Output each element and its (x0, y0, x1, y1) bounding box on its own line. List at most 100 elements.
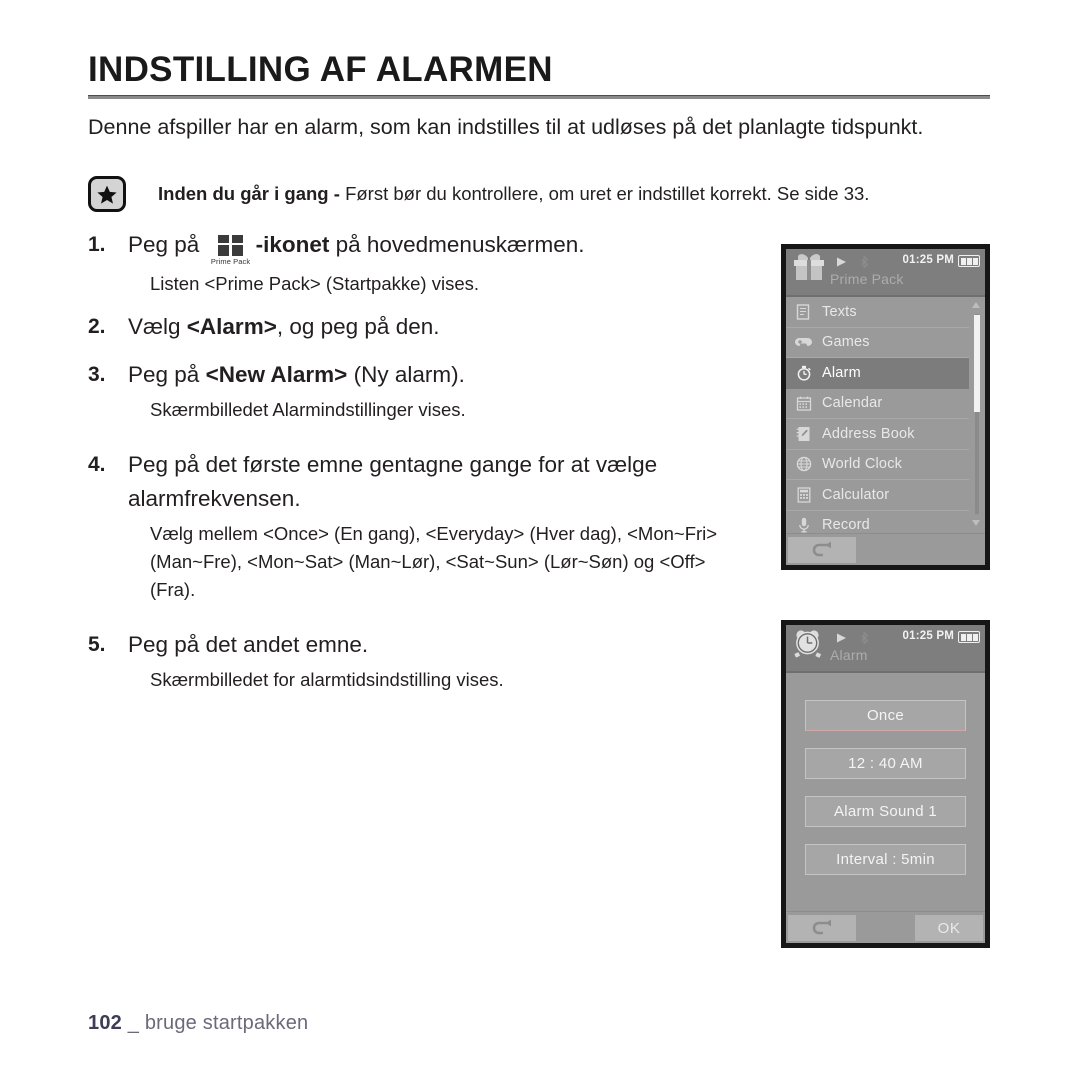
step-5-subtext: Skærmbilledet for alarmtidsindstilling v… (150, 669, 504, 690)
back-arrow-icon (812, 919, 831, 935)
step-2-number: 2. (88, 315, 106, 338)
menu-item-world-clock[interactable]: World Clock (786, 450, 969, 480)
step-5-text: Peg på det andet emne. (128, 632, 369, 657)
menu-item-label: Games (822, 334, 870, 351)
alarm-frequency-button[interactable]: Once (805, 700, 966, 731)
step-3: 3. Peg på <New Alarm> (Ny alarm). Skærmb… (88, 358, 748, 434)
alarm-icon (794, 365, 813, 381)
menu-item-games[interactable]: Games (786, 328, 969, 358)
note-block: Inden du går i gang - Først bør du kontr… (88, 176, 993, 212)
prime-pack-icon: Prime Pack (208, 235, 254, 266)
alarm-time-button[interactable]: 12 : 40 AM (805, 748, 966, 779)
step-1-post: på hovedmenuskærmen. (329, 232, 585, 257)
step-2: 2. Vælg <Alarm>, og peg på den. (88, 310, 748, 344)
step-4-subtext: Vælg mellem <Once> (En gang), <Everyday>… (150, 523, 718, 600)
prime-pack-menu-list[interactable]: Texts Games Alarm Calendar Address Book … (786, 297, 985, 541)
menu-item-alarm[interactable]: Alarm (786, 358, 969, 389)
menu-item-texts[interactable]: Texts (786, 297, 969, 328)
menu-item-label: Record (822, 517, 870, 534)
page-footer: 102 _ bruge startpakken (88, 1012, 308, 1035)
calendar-icon (794, 396, 813, 411)
ok-button-label: OK (937, 919, 961, 937)
alarm-clock-icon (792, 628, 826, 663)
menu-item-label: Texts (822, 303, 857, 320)
status-clock: 01:25 PM (902, 630, 954, 642)
step-2-bold: <Alarm> (186, 314, 277, 339)
step-4-text: Peg på det første emne gentagne gange fo… (128, 452, 658, 511)
note-body: Først bør du kontrollere, om uret er ind… (345, 183, 870, 204)
gift-box-icon (792, 252, 826, 287)
menu-item-calculator[interactable]: Calculator (786, 480, 969, 511)
step-1-bold: -ikonet (255, 232, 330, 257)
alarm-sound-button[interactable]: Alarm Sound 1 (805, 796, 966, 827)
alarm-interval-button[interactable]: Interval : 5min (805, 844, 966, 875)
intro-paragraph: Denne afspiller har en alarm, som kan in… (88, 115, 924, 139)
battery-full-icon (958, 255, 980, 267)
step-3-text: Peg på <New Alarm> (Ny alarm). (128, 358, 748, 392)
device1-softkey-bar (786, 533, 985, 565)
worldclock-icon (794, 456, 813, 472)
back-button[interactable] (788, 537, 856, 563)
step-5: 5. Peg på det andet emne. Skærmbilledet … (88, 628, 748, 704)
list-scrollbar[interactable] (971, 297, 982, 531)
step-4: 4. Peg på det første emne gentagne gange… (88, 448, 748, 614)
menu-item-address-book[interactable]: Address Book (786, 419, 969, 450)
device1-status-bar: 01:25 PM Prime Pack (786, 249, 985, 297)
scroll-up-arrow-icon[interactable] (972, 302, 980, 308)
footer-separator: _ (127, 1012, 140, 1034)
step-1: 1. Peg på Prime Pack -ikonet på hovedmen… (88, 228, 748, 308)
calculator-icon (794, 487, 813, 503)
prime-pack-icon-caption: Prime Pack (210, 257, 251, 266)
note-text: Inden du går i gang - Først bør du kontr… (158, 176, 869, 207)
step-3-number: 3. (88, 363, 106, 386)
scroll-down-arrow-icon[interactable] (972, 520, 980, 526)
note-lead: Inden du går i gang - (158, 183, 346, 204)
step-1-text: Peg på Prime Pack -ikonet på hovedmenusk… (128, 228, 748, 266)
games-icon (794, 336, 813, 348)
step-1-number: 1. (88, 233, 106, 256)
manual-page: INDSTILLING AF ALARMEN Denne afspiller h… (0, 0, 1080, 1080)
step-2-pre: Vælg (128, 314, 187, 339)
scrollbar-thumb[interactable] (974, 315, 980, 412)
step-2-text: Vælg <Alarm>, og peg på den. (128, 310, 748, 344)
menu-item-label: Calendar (822, 395, 883, 412)
menu-item-calendar[interactable]: Calendar (786, 389, 969, 419)
back-button[interactable] (788, 915, 856, 941)
menu-item-label: Address Book (822, 425, 915, 442)
step-3-bold: <New Alarm> (205, 362, 348, 387)
step-5-number: 5. (88, 633, 106, 656)
alarm-settings-panel: Once 12 : 40 AM Alarm Sound 1 Interval :… (786, 673, 985, 914)
footer-section: bruge startpakken (144, 1012, 309, 1034)
step-3-pre: Peg på (128, 362, 206, 387)
page-title: INDSTILLING AF ALARMEN (88, 50, 553, 89)
addressbook-icon (794, 426, 813, 442)
device2-app-title: Alarm (830, 647, 868, 663)
back-arrow-icon (812, 541, 831, 557)
menu-item-label: Calculator (822, 486, 890, 503)
page-number: 102 (88, 1012, 122, 1034)
device2-softkey-bar: OK (786, 911, 985, 943)
title-divider (88, 95, 990, 99)
step-1-subtext: Listen <Prime Pack> (Startpakke) vises. (150, 273, 480, 294)
menu-item-label: Alarm (822, 364, 861, 381)
battery-full-icon (958, 631, 980, 643)
step-1-pre: Peg på (128, 232, 200, 257)
device-screenshot-alarm: 01:25 PM Alarm Once 12 : 40 AM Alarm Sou… (781, 620, 990, 948)
device-screenshot-prime-pack: 01:25 PM Prime Pack Texts Games Alarm Ca… (781, 244, 990, 570)
step-3-post: (Ny alarm). (347, 362, 465, 387)
status-clock: 01:25 PM (902, 254, 954, 266)
record-icon (794, 517, 813, 533)
texts-icon (794, 304, 813, 320)
device1-app-title: Prime Pack (830, 271, 904, 287)
step-3-subtext: Skærmbilledet Alarmindstillinger vises. (150, 399, 466, 420)
step-2-post: , og peg på den. (276, 314, 440, 339)
device2-status-bar: 01:25 PM Alarm (786, 625, 985, 673)
star-icon (88, 176, 126, 212)
steps-list: 1. Peg på Prime Pack -ikonet på hovedmen… (88, 228, 748, 706)
menu-item-label: World Clock (822, 456, 903, 473)
ok-button[interactable]: OK (915, 915, 983, 941)
step-4-number: 4. (88, 453, 106, 476)
